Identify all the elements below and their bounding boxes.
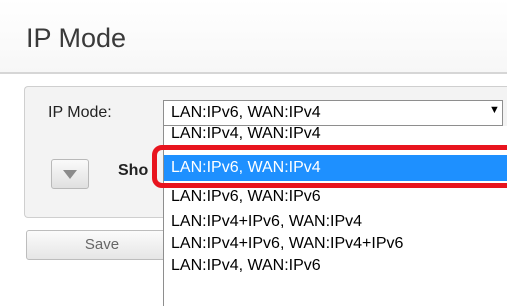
dropdown-option-selected[interactable]: LAN:IPv6, WAN:IPv4: [164, 155, 507, 181]
header-divider: [0, 72, 507, 74]
chevron-down-icon: ▼: [489, 104, 500, 116]
ip-mode-label: IP Mode:: [48, 104, 112, 121]
dropdown-option[interactable]: LAN:IPv4+IPv6, WAN:IPv4: [164, 211, 507, 233]
dropdown-option[interactable]: LAN:IPv4, WAN:IPv6: [164, 255, 507, 277]
ip-mode-select-value: LAN:IPv6, WAN:IPv4: [171, 104, 321, 121]
show-label[interactable]: Sho: [118, 162, 148, 180]
page-title: IP Mode: [26, 23, 127, 53]
dropdown-option[interactable]: LAN:IPv4+IPv6, WAN:IPv4+IPv6: [164, 233, 507, 255]
dropdown-option[interactable]: LAN:IPv6, WAN:IPv6: [164, 186, 507, 208]
save-button[interactable]: Save: [26, 230, 178, 260]
triangle-down-icon: [63, 170, 77, 179]
ip-mode-dropdown-list: LAN:IPv4, WAN:IPv4 LAN:IPv6, WAN:IPv4 LA…: [163, 126, 507, 306]
dropdown-option[interactable]: LAN:IPv4, WAN:IPv4: [164, 126, 507, 145]
expand-button[interactable]: [51, 159, 89, 189]
page-header: IP Mode: [0, 0, 507, 72]
ip-mode-select[interactable]: LAN:IPv6, WAN:IPv4 ▼: [163, 100, 503, 126]
